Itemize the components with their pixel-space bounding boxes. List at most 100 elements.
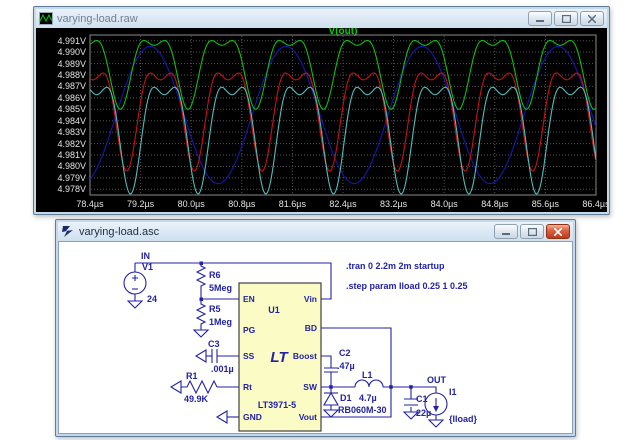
pin-vin: Vin [304,294,317,304]
r5-value[interactable]: 1Meg [209,317,232,327]
schematic-canvas[interactable]: V1 24 IN R6 5Meg R5 1Meg [58,241,573,434]
c3-ref[interactable]: C3 [208,339,220,349]
i1-ref[interactable]: I1 [449,387,457,397]
v1-ref[interactable]: V1 [142,262,153,272]
minimize-button[interactable] [494,224,518,239]
pin-en: EN [243,294,255,304]
x-axis-tick-label: 80.8µs [219,199,265,209]
spice-directive-step[interactable]: .step param Iload 0.25 1 0.25 [346,281,468,291]
net-label-out[interactable]: OUT [427,375,447,385]
u1-part-number[interactable]: LT3971-5 [258,400,296,410]
x-axis-tick-label: 78.4µs [67,199,113,209]
y-axis-tick-label: 4.988V [38,70,86,80]
y-axis-tick-label: 4.991V [38,36,86,46]
spice-directive-tran[interactable]: .tran 0 2.2m 2m startup [346,261,445,271]
maximize-button[interactable] [554,11,578,26]
close-icon [588,15,596,23]
pin-bd: BD [305,323,317,333]
plot-window-title: varying-load.raw [57,13,524,25]
schematic-window-titlebar[interactable]: varying-load.asc [58,222,573,241]
u1-refdes[interactable]: U1 [268,305,280,315]
component-r6[interactable] [197,263,205,299]
maximize-button[interactable] [520,224,544,239]
x-axis-tick-label: 79.2µs [118,199,164,209]
y-axis-tick-label: 4.979V [38,173,86,183]
r6-ref[interactable]: R6 [209,270,221,280]
wire-sw-out[interactable] [321,387,436,393]
pin-pg: PG [243,325,256,335]
y-axis-tick-label: 4.981V [38,150,86,160]
minimize-button[interactable] [528,11,552,26]
x-axis-tick-label: 82.4µs [320,199,366,209]
c2-ref[interactable]: C2 [339,348,351,358]
c3-value[interactable]: .001µ [211,364,234,374]
maximize-icon [528,228,537,236]
c2-value[interactable]: .47µ [337,361,355,371]
schematic-window-title: varying-load.asc [79,226,490,238]
plot-window: varying-load.raw V(out) 4.991V4.990V4.98… [33,6,610,215]
y-axis-tick-label: 4.984V [38,116,86,126]
plot-caption-buttons [528,11,604,26]
x-axis-tick-label: 81.6µs [269,199,315,209]
close-icon [554,228,562,236]
component-c2[interactable] [324,366,338,374]
ground-left-icon[interactable] [196,350,206,362]
maximize-icon [562,15,571,23]
ground-icon[interactable] [128,301,142,308]
plot-window-titlebar[interactable]: varying-load.raw [36,9,607,28]
y-axis-tick-label: 4.989V [38,59,86,69]
y-axis-tick-label: 4.987V [38,81,86,91]
y-axis-tick-label: 4.982V [38,139,86,149]
waveform-canvas[interactable] [36,28,607,212]
ground-icon[interactable] [429,420,443,427]
x-axis-tick-label: 80.0µs [168,199,214,209]
close-button[interactable] [580,11,604,26]
ground-icon[interactable] [324,410,338,417]
l1-ref[interactable]: L1 [362,370,373,380]
close-button[interactable] [546,224,570,239]
component-l1[interactable] [355,380,383,387]
r6-value[interactable]: 5Meg [209,283,232,293]
minimize-icon [536,15,544,22]
y-axis-tick-label: 4.985V [38,104,86,114]
pin-boost: Boost [293,351,317,361]
plus-icon [132,275,138,281]
r5-ref[interactable]: R5 [209,304,221,314]
r1-value[interactable]: 49.9K [184,394,209,404]
pin-ss: SS [243,351,255,361]
component-c3[interactable] [196,349,217,363]
component-r5[interactable] [194,299,208,337]
waveform-window-icon [39,12,53,25]
wire-boost[interactable] [321,356,331,366]
net-label-in[interactable]: IN [141,251,150,261]
v1-value[interactable]: 24 [147,294,157,304]
x-axis-tick-label: 84.8µs [472,199,518,209]
schematic-window: varying-load.asc [55,219,576,437]
d1-ref[interactable]: D1 [340,393,352,403]
l1-value[interactable]: 4.7µ [359,393,377,403]
component-u1[interactable]: EN PG SS Rt GND Vin BD Boost SW Vout U1 … [239,283,321,431]
pin-vout: Vout [299,412,317,422]
trace-label[interactable]: V(out) [90,28,596,37]
ground-icon[interactable] [194,330,208,337]
component-d1[interactable] [324,393,338,417]
i1-value[interactable]: {Iload} [449,414,478,424]
ground-left-icon[interactable] [171,381,181,393]
d1-value[interactable]: RB060M-30 [338,405,387,415]
r1-ref[interactable]: R1 [186,371,198,381]
ground-left-icon[interactable] [217,411,227,423]
x-axis-tick-label: 86.4µs [573,199,607,209]
schematic-caption-buttons [494,224,570,239]
x-axis-tick-label: 84.0µs [421,199,467,209]
ltspice-app-icon [61,225,75,238]
y-axis-tick-label: 4.978V [38,184,86,194]
pin-gnd: GND [243,412,262,422]
lt-logo-icon: LT [270,349,289,366]
desktop: varying-load.raw V(out) 4.991V4.990V4.98… [0,0,630,440]
waveform-plot-area[interactable]: V(out) 4.991V4.990V4.989V4.988V4.987V4.9… [36,28,607,212]
x-axis-tick-label: 85.6µs [522,199,568,209]
component-r1[interactable] [171,381,217,393]
x-axis-tick-label: 83.2µs [371,199,417,209]
pin-rt: Rt [243,382,252,392]
arrow-down-icon [433,406,439,412]
